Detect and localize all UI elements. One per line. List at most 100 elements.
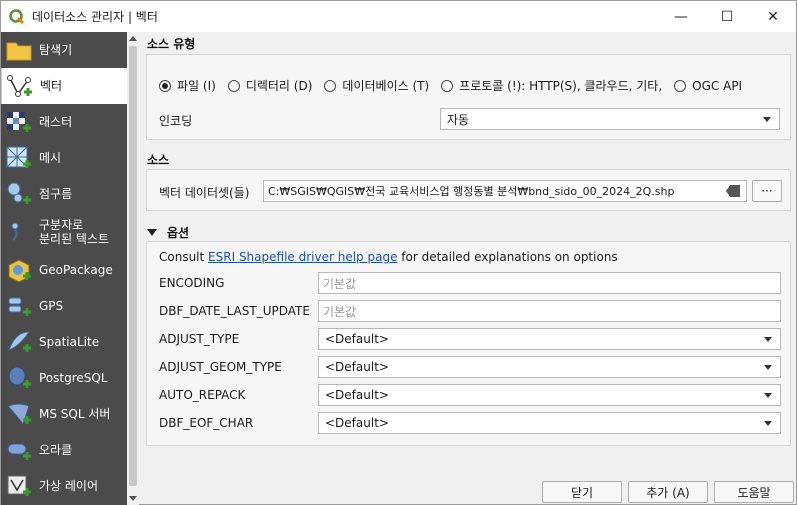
minimize-button[interactable]: — — [658, 1, 704, 32]
radio-database[interactable]: 데이터베이스 (T) — [324, 77, 429, 94]
consult-text: Consult ESRI Shapefile driver help page … — [159, 250, 618, 264]
title-bar: 데이터소스 관리자 | 벡터 — ☐ ✕ — [1, 1, 796, 32]
encoding-value: 자동 — [447, 112, 470, 127]
sidebar-item-mesh[interactable]: 메시 — [1, 140, 127, 176]
radio-directory[interactable]: 디렉터리 (D) — [227, 77, 313, 94]
help-button-label: 도움말 — [737, 485, 771, 500]
radio-ogc-api[interactable]: OGC API — [674, 77, 742, 94]
sidebar-item-label: 구분자로 분리된 텍스트 — [39, 218, 109, 246]
option-adjust-geom-select[interactable]: <Default> — [318, 356, 781, 378]
sidebar-item-gps[interactable]: GPS — [1, 288, 127, 324]
qgis-logo-icon — [9, 8, 25, 24]
chevron-down-icon — [764, 365, 772, 370]
sidebar-item-label: MS SQL 서버 — [39, 407, 111, 421]
collapse-arrow-icon — [147, 229, 157, 236]
close-window-button[interactable]: ✕ — [750, 1, 796, 32]
options-title: 옵션 — [167, 226, 190, 240]
radio-label: 디렉터리 (D) — [245, 79, 313, 93]
encoding-label: 인코딩 — [159, 114, 193, 128]
sidebar-list: 탐색기 벡터 래스터 메시 점구름 구분자로 분리된 텍스트 GeoPackag… — [1, 32, 127, 505]
option-dbf-eof-select[interactable]: <Default> — [318, 412, 781, 434]
source-type-group: 파일 (I) 디렉터리 (D) 데이터베이스 (T) 프로토콜 (!): HTT… — [146, 54, 791, 140]
radio-file[interactable]: 파일 (I) — [159, 77, 216, 94]
sidebar-item-label: SpatiaLite — [39, 335, 100, 349]
vector-icon — [7, 75, 32, 97]
radio-label: 프로토콜 (!): HTTP(S), 클라우드, 기타, — [459, 79, 663, 93]
mssql-icon — [7, 403, 31, 426]
option-encoding-input[interactable]: 기본값 — [318, 272, 781, 294]
minimize-icon: — — [674, 8, 688, 25]
sidebar-item-label: 메시 — [39, 151, 62, 165]
maximize-button[interactable]: ☐ — [704, 1, 750, 32]
sidebar-item-label: 가상 레이어 — [39, 479, 99, 493]
gps-icon — [8, 297, 31, 316]
option-dbf-date-input[interactable]: 기본값 — [318, 300, 781, 322]
sidebar-item-label: 점구름 — [39, 187, 73, 201]
clear-icon[interactable] — [726, 185, 740, 197]
scroll-down-icon[interactable] — [129, 496, 137, 501]
delimited-text-icon — [11, 222, 19, 241]
source-group: 벡터 데이터셋(들) C:₩SGIS₩QGIS₩전국 교육서비스업 행정동별 분… — [146, 169, 791, 211]
sidebar-item-spatialite[interactable]: SpatiaLite — [1, 324, 127, 360]
spatialite-icon — [8, 331, 31, 352]
browse-label: ··· — [761, 184, 773, 198]
chevron-down-icon — [764, 337, 772, 342]
sidebar-item-virtual-layer[interactable]: 가상 레이어 — [1, 468, 127, 504]
add-button[interactable]: 추가 (A) — [628, 481, 708, 503]
encoding-select[interactable]: 자동 — [440, 108, 780, 130]
oracle-icon — [7, 443, 31, 460]
sidebar-item-label-line1: 구분자로 — [39, 218, 84, 232]
help-button[interactable]: 도움말 — [714, 481, 794, 503]
options-header[interactable]: 옵션 — [147, 224, 189, 241]
radio-protocol[interactable]: 프로토콜 (!): HTTP(S), 클라우드, 기타, — [441, 77, 662, 94]
main-panel: 소스 유형 파일 (I) 디렉터리 (D) 데이터베이스 (T) 프로토콜 (!… — [139, 32, 797, 505]
radio-label: 파일 (I) — [177, 79, 216, 93]
radio-dot — [324, 79, 337, 92]
data-source-manager-window: 데이터소스 관리자 | 벡터 — ☐ ✕ 탐색기 벡터 래스터 메시 점구름 구… — [0, 0, 797, 505]
select-value: <Default> — [325, 360, 389, 374]
select-value: <Default> — [325, 388, 389, 402]
placeholder-text: 기본값 — [323, 276, 357, 291]
source-type-radio-group: 파일 (I) 디렉터리 (D) 데이터베이스 (T) 프로토콜 (!): HTT… — [159, 77, 754, 94]
close-button[interactable]: 닫기 — [542, 481, 622, 503]
source-type-title: 소스 유형 — [147, 37, 196, 51]
dataset-label: 벡터 데이터셋(들) — [159, 186, 250, 200]
sidebar-item-label: GPS — [39, 299, 64, 313]
close-button-label: 닫기 — [570, 485, 594, 500]
sidebar-item-label: 탐색기 — [39, 43, 73, 57]
sidebar-item-geopackage[interactable]: GeoPackage — [1, 252, 127, 288]
sidebar-item-postgresql[interactable]: PostgreSQL — [1, 360, 127, 396]
source-type-sidebar: 탐색기 벡터 래스터 메시 점구름 구분자로 분리된 텍스트 GeoPackag… — [1, 32, 127, 505]
sidebar-item-browser[interactable]: 탐색기 — [1, 32, 127, 68]
scroll-up-icon[interactable] — [129, 36, 137, 41]
sidebar-item-oracle[interactable]: 오라클 — [1, 432, 127, 468]
sidebar-item-mssql[interactable]: MS SQL 서버 — [1, 396, 127, 432]
sidebar-item-label-line2: 분리된 텍스트 — [39, 232, 110, 246]
pointcloud-icon — [7, 182, 31, 204]
radio-dot — [227, 79, 240, 92]
close-icon: ✕ — [767, 8, 779, 25]
radio-dot — [674, 79, 687, 92]
select-value: <Default> — [325, 416, 389, 430]
option-adjust-type-select[interactable]: <Default> — [318, 328, 781, 350]
placeholder-text: 기본값 — [323, 304, 357, 319]
sidebar-item-delimited-text[interactable]: 구분자로 분리된 텍스트 — [1, 212, 127, 252]
chevron-down-icon — [763, 117, 771, 122]
option-auto-repack-select[interactable]: <Default> — [318, 384, 781, 406]
browse-button[interactable]: ··· — [752, 180, 782, 202]
sidebar-item-pointcloud[interactable]: 점구름 — [1, 176, 127, 212]
consult-suffix: for detailed explanations on options — [397, 250, 618, 264]
sidebar-scrollbar[interactable] — [127, 32, 139, 505]
driver-help-link[interactable]: ESRI Shapefile driver help page — [208, 250, 397, 264]
sidebar-item-raster[interactable]: 래스터 — [1, 104, 127, 140]
chevron-down-icon — [764, 393, 772, 398]
dataset-path-input[interactable]: C:₩SGIS₩QGIS₩전국 교육서비스업 행정동별 분석₩bnd_sido_… — [263, 180, 747, 202]
scroll-thumb[interactable] — [129, 46, 137, 486]
option-label-dbf-eof: DBF_EOF_CHAR — [159, 416, 254, 430]
dataset-path-value: C:₩SGIS₩QGIS₩전국 교육서비스업 행정동별 분석₩bnd_sido_… — [268, 185, 675, 198]
mesh-icon — [6, 146, 31, 168]
virtual-layer-icon — [7, 475, 31, 496]
sidebar-item-vector[interactable]: 벡터 — [1, 68, 127, 104]
radio-dot — [159, 79, 171, 92]
radio-label: 데이터베이스 (T) — [342, 79, 430, 93]
